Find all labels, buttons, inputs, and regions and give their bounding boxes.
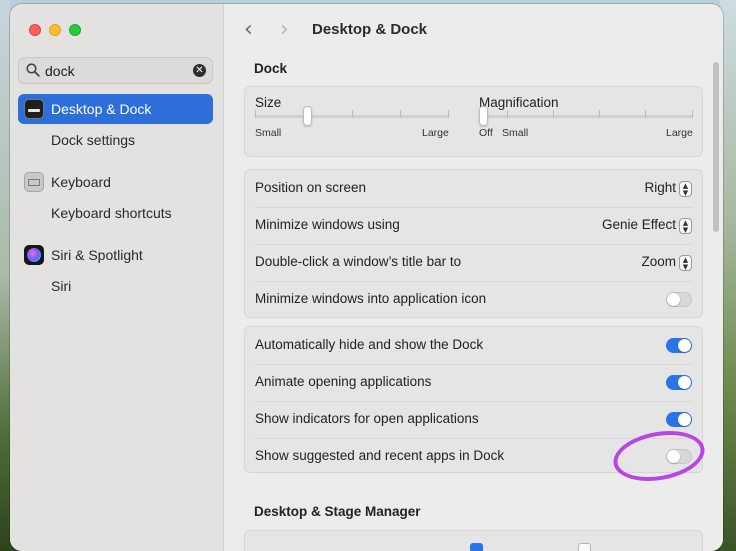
- checkbox-checked[interactable]: [470, 543, 483, 551]
- dock-size-magnification-group: Size Small Large Magnification Off Small…: [244, 86, 703, 157]
- indicators-label: Show indicators for open applications: [255, 411, 479, 426]
- dock-options-group: Position on screen Right ▲ ▼ Minimize win…: [244, 169, 703, 318]
- double-click-row[interactable]: Double-click a window’s title bar to Zoo…: [245, 244, 702, 281]
- position-row[interactable]: Position on screen Right ▲ ▼: [245, 170, 702, 207]
- size-label: Size: [255, 95, 282, 110]
- sidebar-item-label: Desktop & Dock: [51, 101, 152, 117]
- sidebar: dock ✕ Desktop & Dock Dock settings Keyb…: [10, 4, 224, 551]
- siri-icon: [24, 245, 44, 265]
- minimize-into-icon-toggle[interactable]: [666, 292, 692, 307]
- auto-hide-toggle[interactable]: [666, 338, 692, 353]
- animate-toggle[interactable]: [666, 375, 692, 390]
- animate-label: Animate opening applications: [255, 374, 432, 389]
- wallpaper-left: [0, 0, 10, 551]
- forward-chevron-icon[interactable]: ›: [280, 19, 289, 41]
- window-controls: [29, 24, 81, 36]
- keyboard-icon: [24, 172, 44, 192]
- search-icon: [26, 63, 40, 77]
- magnification-slider-thumb[interactable]: [479, 106, 488, 126]
- magnification-off-label: Off: [479, 127, 493, 139]
- auto-hide-row: Automatically hide and show the Dock: [245, 327, 702, 364]
- minimize-button[interactable]: [49, 24, 61, 36]
- size-max-label: Large: [422, 127, 449, 139]
- size-slider-thumb[interactable]: [303, 106, 313, 126]
- indicators-toggle[interactable]: [666, 412, 692, 427]
- clear-search-icon[interactable]: ✕: [193, 64, 206, 77]
- suggested-apps-label: Show suggested and recent apps in Dock: [255, 448, 505, 463]
- magnification-max-label: Large: [666, 127, 693, 139]
- sidebar-subitem-siri[interactable]: Siri: [51, 278, 71, 294]
- position-label: Position on screen: [255, 180, 367, 195]
- zoom-button[interactable]: [69, 24, 81, 36]
- minimize-into-icon-row: Minimize windows into application icon: [245, 281, 702, 318]
- page-title: Desktop & Dock: [312, 21, 428, 38]
- sidebar-item-siri-spotlight[interactable]: Siri & Spotlight: [18, 240, 213, 270]
- section-heading-dock: Dock: [254, 61, 288, 76]
- magnification-min-label: Small: [502, 127, 529, 139]
- section-heading-stage-manager: Desktop & Stage Manager: [254, 504, 421, 519]
- sidebar-item-keyboard[interactable]: Keyboard: [18, 167, 213, 197]
- sidebar-subitem-dock-settings[interactable]: Dock settings: [51, 132, 135, 148]
- magnification-slider-track[interactable]: [483, 115, 693, 118]
- search-field[interactable]: dock ✕: [18, 57, 213, 84]
- sidebar-subitem-keyboard-shortcuts[interactable]: Keyboard shortcuts: [51, 205, 172, 221]
- search-input[interactable]: dock: [45, 63, 75, 79]
- popup-stepper-icon[interactable]: ▲ ▼: [679, 181, 692, 197]
- sidebar-item-desktop-dock[interactable]: Desktop & Dock: [18, 94, 213, 124]
- double-click-label: Double-click a window’s title bar to: [255, 254, 462, 269]
- sidebar-item-label: Keyboard: [51, 174, 111, 190]
- animate-row: Animate opening applications: [245, 364, 702, 401]
- magnification-label: Magnification: [479, 95, 559, 110]
- auto-hide-label: Automatically hide and show the Dock: [255, 337, 484, 352]
- scrollbar-thumb[interactable]: [713, 62, 719, 232]
- back-chevron-icon[interactable]: ‹: [244, 19, 253, 41]
- popup-stepper-icon[interactable]: ▲ ▼: [679, 218, 692, 234]
- desktop-dock-icon: [24, 99, 44, 119]
- toolbar: ‹ › Desktop & Dock: [224, 4, 723, 56]
- minimize-using-label: Minimize windows using: [255, 217, 400, 232]
- indicators-row: Show indicators for open applications: [245, 401, 702, 438]
- popup-stepper-icon[interactable]: ▲ ▼: [679, 255, 692, 271]
- sidebar-item-label: Siri & Spotlight: [51, 247, 143, 263]
- minimize-using-value[interactable]: Genie Effect: [602, 217, 676, 232]
- minimize-into-icon-label: Minimize windows into application icon: [255, 291, 487, 306]
- position-value[interactable]: Right: [644, 180, 676, 195]
- double-click-value[interactable]: Zoom: [641, 254, 676, 269]
- checkbox-unchecked[interactable]: [578, 543, 591, 551]
- size-min-label: Small: [255, 127, 282, 139]
- close-button[interactable]: [29, 24, 41, 36]
- minimize-using-row[interactable]: Minimize windows using Genie Effect ▲ ▼: [245, 207, 702, 244]
